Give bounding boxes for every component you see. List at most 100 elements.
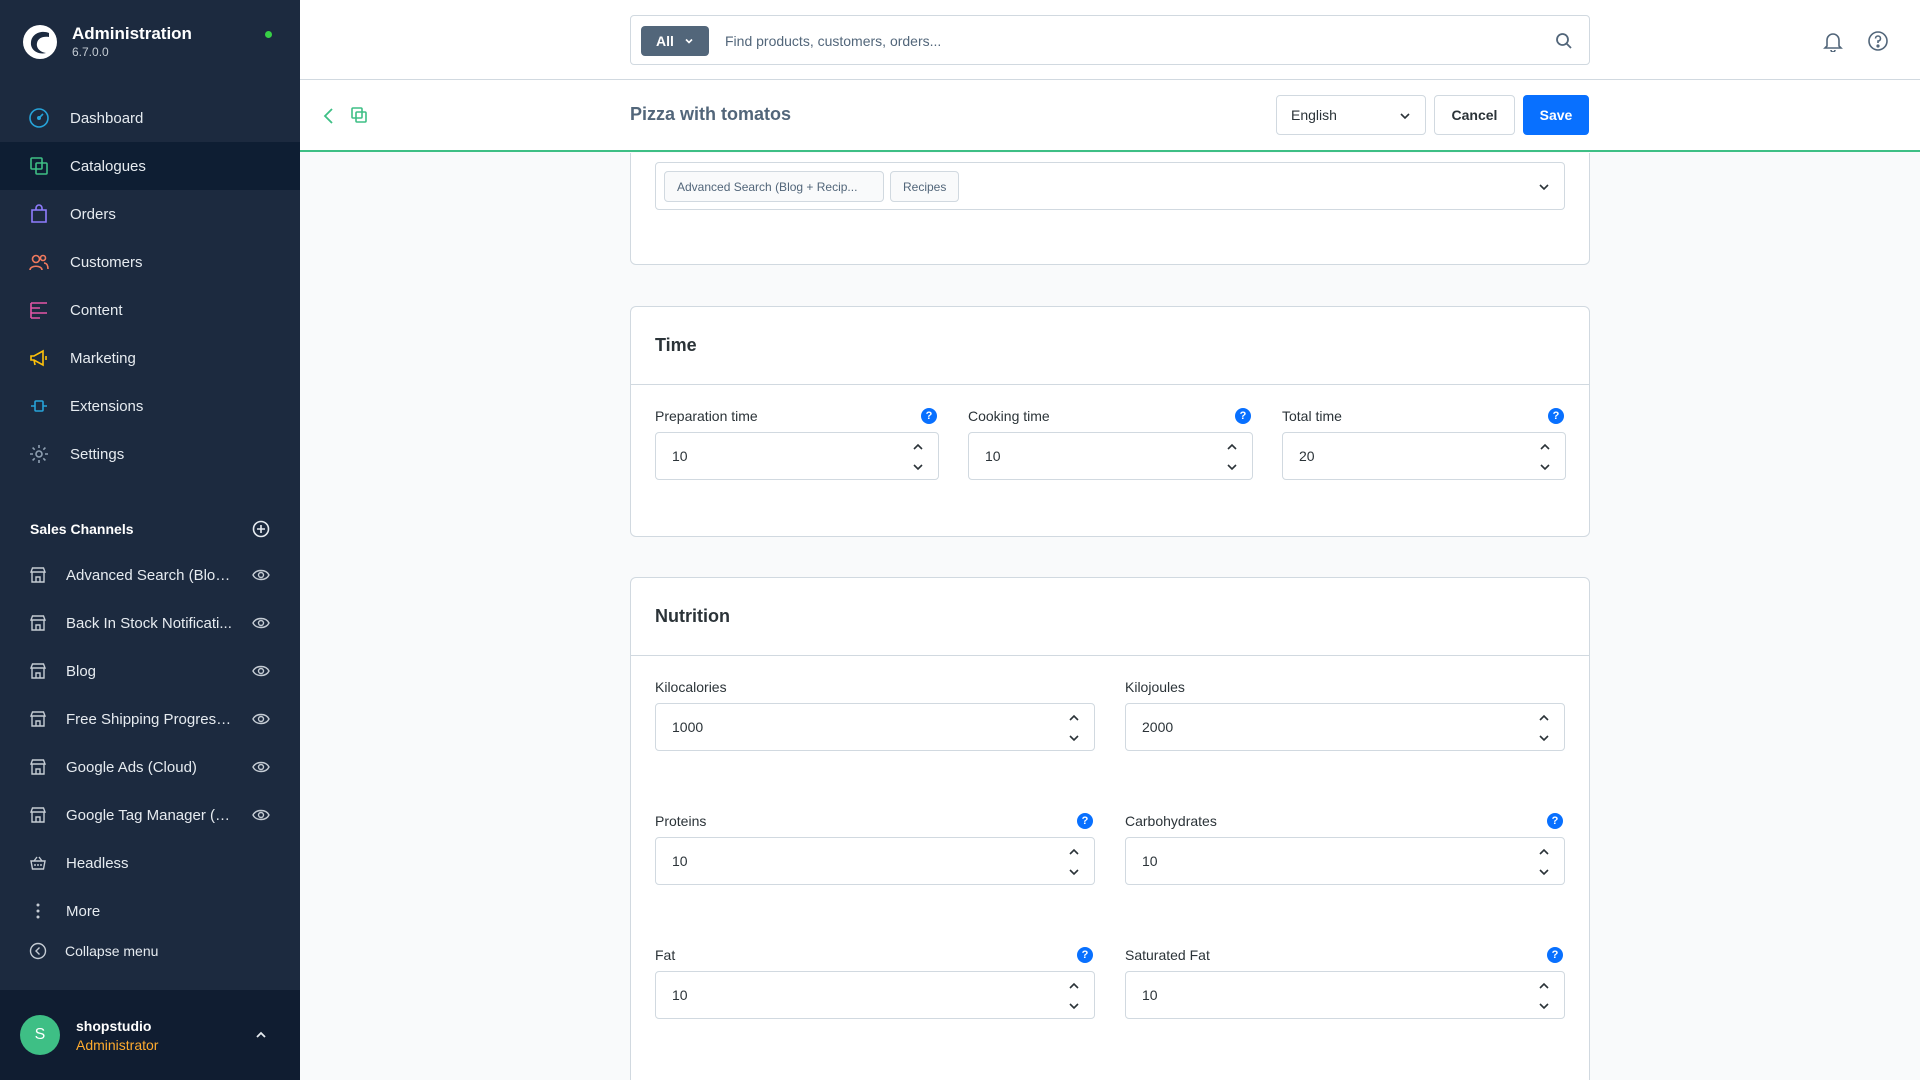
extensions-icon xyxy=(31,400,47,412)
time-card: Time Preparation time ? 10 Cooking time … xyxy=(630,306,1590,537)
nav-item-marketing[interactable]: Marketing xyxy=(0,334,300,382)
nav-item-settings[interactable]: Settings xyxy=(0,430,300,478)
chevron-up-icon[interactable] xyxy=(1068,846,1080,858)
eye-icon[interactable] xyxy=(252,759,270,775)
chevron-up-icon[interactable] xyxy=(1539,441,1551,453)
eye-icon[interactable] xyxy=(252,711,270,727)
kilocalories-input[interactable]: 1000 xyxy=(655,703,1095,751)
sales-channel-item[interactable]: Advanced Search (Blog ... xyxy=(0,551,300,599)
field-value: 2000 xyxy=(1142,719,1174,735)
sales-channels-header: Sales Channels xyxy=(30,520,270,538)
nav-item-catalogues[interactable]: Catalogues xyxy=(0,142,300,190)
help-icon[interactable]: ? xyxy=(921,408,937,424)
chevron-down-icon[interactable] xyxy=(1538,866,1550,878)
copy-icon[interactable] xyxy=(350,106,368,124)
help-icon[interactable]: ? xyxy=(1547,947,1563,963)
help-icon[interactable]: ? xyxy=(1235,408,1251,424)
save-button[interactable]: Save xyxy=(1523,95,1589,135)
chevron-up-icon[interactable] xyxy=(912,441,924,453)
eye-icon[interactable] xyxy=(252,807,270,823)
proteins-input[interactable]: 10 xyxy=(655,837,1095,885)
nav-item-dashboard[interactable]: Dashboard xyxy=(0,94,300,142)
chevron-down-icon[interactable] xyxy=(1068,732,1080,744)
language-label: English xyxy=(1291,107,1337,123)
back-icon[interactable] xyxy=(322,106,336,126)
eye-icon[interactable] xyxy=(252,567,270,583)
brand[interactable]: Administration 6.7.0.0 xyxy=(22,24,192,60)
cancel-button[interactable]: Cancel xyxy=(1434,95,1515,135)
sales-channel-list: Advanced Search (Blog ... Back In Stock … xyxy=(0,551,300,935)
sales-channel-item[interactable]: Google Ads (Cloud) xyxy=(0,743,300,791)
chevron-up-icon[interactable] xyxy=(1538,980,1550,992)
chevron-down-icon[interactable] xyxy=(1539,461,1551,473)
eye-icon[interactable] xyxy=(252,615,270,631)
chevron-down-icon[interactable] xyxy=(1538,732,1550,744)
selected-tag[interactable]: Recipes xyxy=(890,171,960,202)
sales-channel-multiselect[interactable]: Advanced Search (Blog + Recip... Recipes xyxy=(655,162,1565,210)
search-icon[interactable] xyxy=(1555,32,1573,50)
shopware-logo-icon xyxy=(23,25,57,59)
chevron-down-icon[interactable] xyxy=(1068,1000,1080,1012)
content-area: Advanced Search (Blog + Recip... Recipes… xyxy=(300,153,1920,1080)
more-vertical-icon xyxy=(36,903,40,919)
chevron-up-icon[interactable] xyxy=(1538,712,1550,724)
collapse-menu-button[interactable]: Collapse menu xyxy=(29,942,158,960)
catalogues-icon xyxy=(30,157,48,175)
search-input[interactable] xyxy=(725,28,1525,54)
storefront-icon xyxy=(29,711,47,727)
customers-icon xyxy=(29,254,49,271)
chevron-up-icon[interactable] xyxy=(1226,441,1238,453)
nav-item-content[interactable]: Content xyxy=(0,286,300,334)
chevron-up-icon[interactable] xyxy=(1538,846,1550,858)
cooking-time-input[interactable]: 10 xyxy=(968,432,1253,480)
selected-tag[interactable]: Advanced Search (Blog + Recip... xyxy=(664,171,884,202)
saturated-fat-input[interactable]: 10 xyxy=(1125,971,1565,1019)
bell-icon[interactable] xyxy=(1822,30,1844,52)
preparation-time-input[interactable]: 10 xyxy=(655,432,939,480)
sales-channel-label: Blog xyxy=(66,662,97,680)
sales-channel-item[interactable]: Back In Stock Notificati... xyxy=(0,599,300,647)
avatar: S xyxy=(20,1015,60,1055)
sales-channel-item[interactable]: Free Shipping Progress ... xyxy=(0,695,300,743)
sales-channel-item[interactable]: Blog xyxy=(0,647,300,695)
field-label: Fat xyxy=(655,947,676,963)
sales-channel-item[interactable]: Google Tag Manager (C... xyxy=(0,791,300,839)
chevron-up-icon[interactable] xyxy=(1068,712,1080,724)
dashboard-icon xyxy=(29,108,49,128)
chevron-down-icon[interactable] xyxy=(1226,461,1238,473)
chevron-down-icon[interactable] xyxy=(1538,1000,1550,1012)
user-menu[interactable]: S shopstudio Administrator xyxy=(0,990,300,1080)
status-indicator xyxy=(265,31,272,38)
sales-channel-more[interactable]: More xyxy=(0,887,300,935)
fat-input[interactable]: 10 xyxy=(655,971,1095,1019)
chevron-down-icon[interactable] xyxy=(1068,866,1080,878)
carbohydrates-input[interactable]: 10 xyxy=(1125,837,1565,885)
help-icon[interactable]: ? xyxy=(1547,813,1563,829)
storefront-icon xyxy=(29,807,47,823)
nav-item-label: Customers xyxy=(70,253,143,271)
help-icon[interactable]: ? xyxy=(1548,408,1564,424)
field-value: 10 xyxy=(672,987,688,1003)
chevron-up-icon[interactable] xyxy=(1068,980,1080,992)
help-icon[interactable] xyxy=(1867,30,1889,52)
search-type-select[interactable]: All xyxy=(641,26,709,56)
field-label: Kilocalories xyxy=(655,679,727,695)
nav-item-extensions[interactable]: Extensions xyxy=(0,382,300,430)
smart-bar: Pizza with tomatos English Cancel Save xyxy=(300,80,1920,152)
language-select[interactable]: English xyxy=(1276,95,1426,135)
storefront-icon xyxy=(29,615,47,631)
nav-item-customers[interactable]: Customers xyxy=(0,238,300,286)
help-icon[interactable]: ? xyxy=(1077,947,1093,963)
sales-channel-item-headless[interactable]: Headless xyxy=(0,839,300,887)
add-sales-channel-icon[interactable] xyxy=(252,520,270,538)
total-time-input[interactable]: 20 xyxy=(1282,432,1566,480)
marketing-icon xyxy=(30,349,47,367)
nav-item-orders[interactable]: Orders xyxy=(0,190,300,238)
eye-icon[interactable] xyxy=(252,663,270,679)
chevron-down-icon[interactable] xyxy=(912,461,924,473)
help-icon[interactable]: ? xyxy=(1077,813,1093,829)
chevron-up-icon[interactable] xyxy=(254,1028,268,1042)
app-title: Administration xyxy=(72,24,192,43)
search-type-label: All xyxy=(656,33,674,49)
kilojoules-input[interactable]: 2000 xyxy=(1125,703,1565,751)
